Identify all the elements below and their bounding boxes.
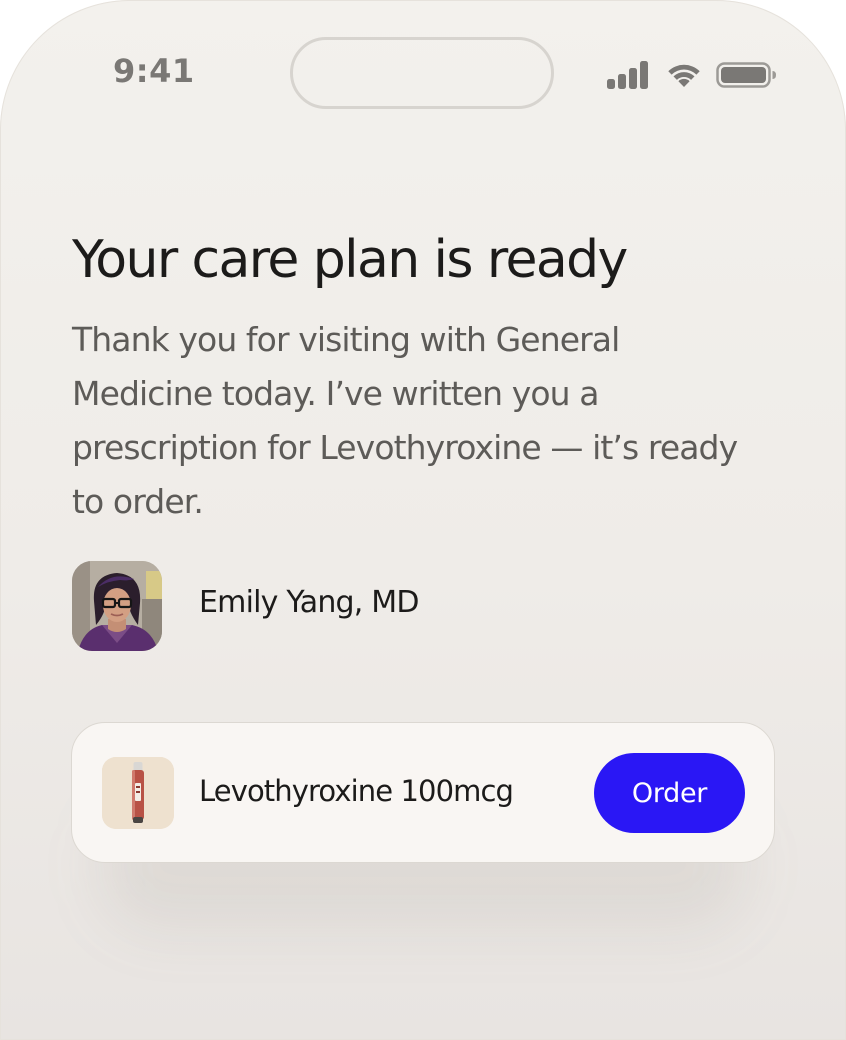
page-title: Your care plan is ready <box>72 230 628 290</box>
order-button[interactable]: Order <box>594 753 745 833</box>
prescription-card[interactable]: Levothyroxine 100mcg Order <box>71 722 775 863</box>
doctor-name: Emily Yang, MD <box>199 585 419 620</box>
wifi-icon <box>668 64 700 87</box>
battery-icon <box>716 62 776 88</box>
medication-image <box>102 757 174 829</box>
status-bar: 9:41 <box>0 0 846 150</box>
doctor-row: Emily Yang, MD <box>72 561 572 651</box>
medication-name: Levothyroxine 100mcg <box>199 774 514 808</box>
cellular-signal-icon <box>607 61 648 89</box>
phone-screen: 9:41 Your care plan is ready Thank you f… <box>0 0 846 1040</box>
avatar <box>72 561 162 651</box>
care-plan-message: Thank you for visiting with General Medi… <box>72 320 738 521</box>
status-time: 9:41 <box>113 52 195 90</box>
dynamic-island <box>290 37 554 109</box>
status-icons <box>606 60 778 90</box>
